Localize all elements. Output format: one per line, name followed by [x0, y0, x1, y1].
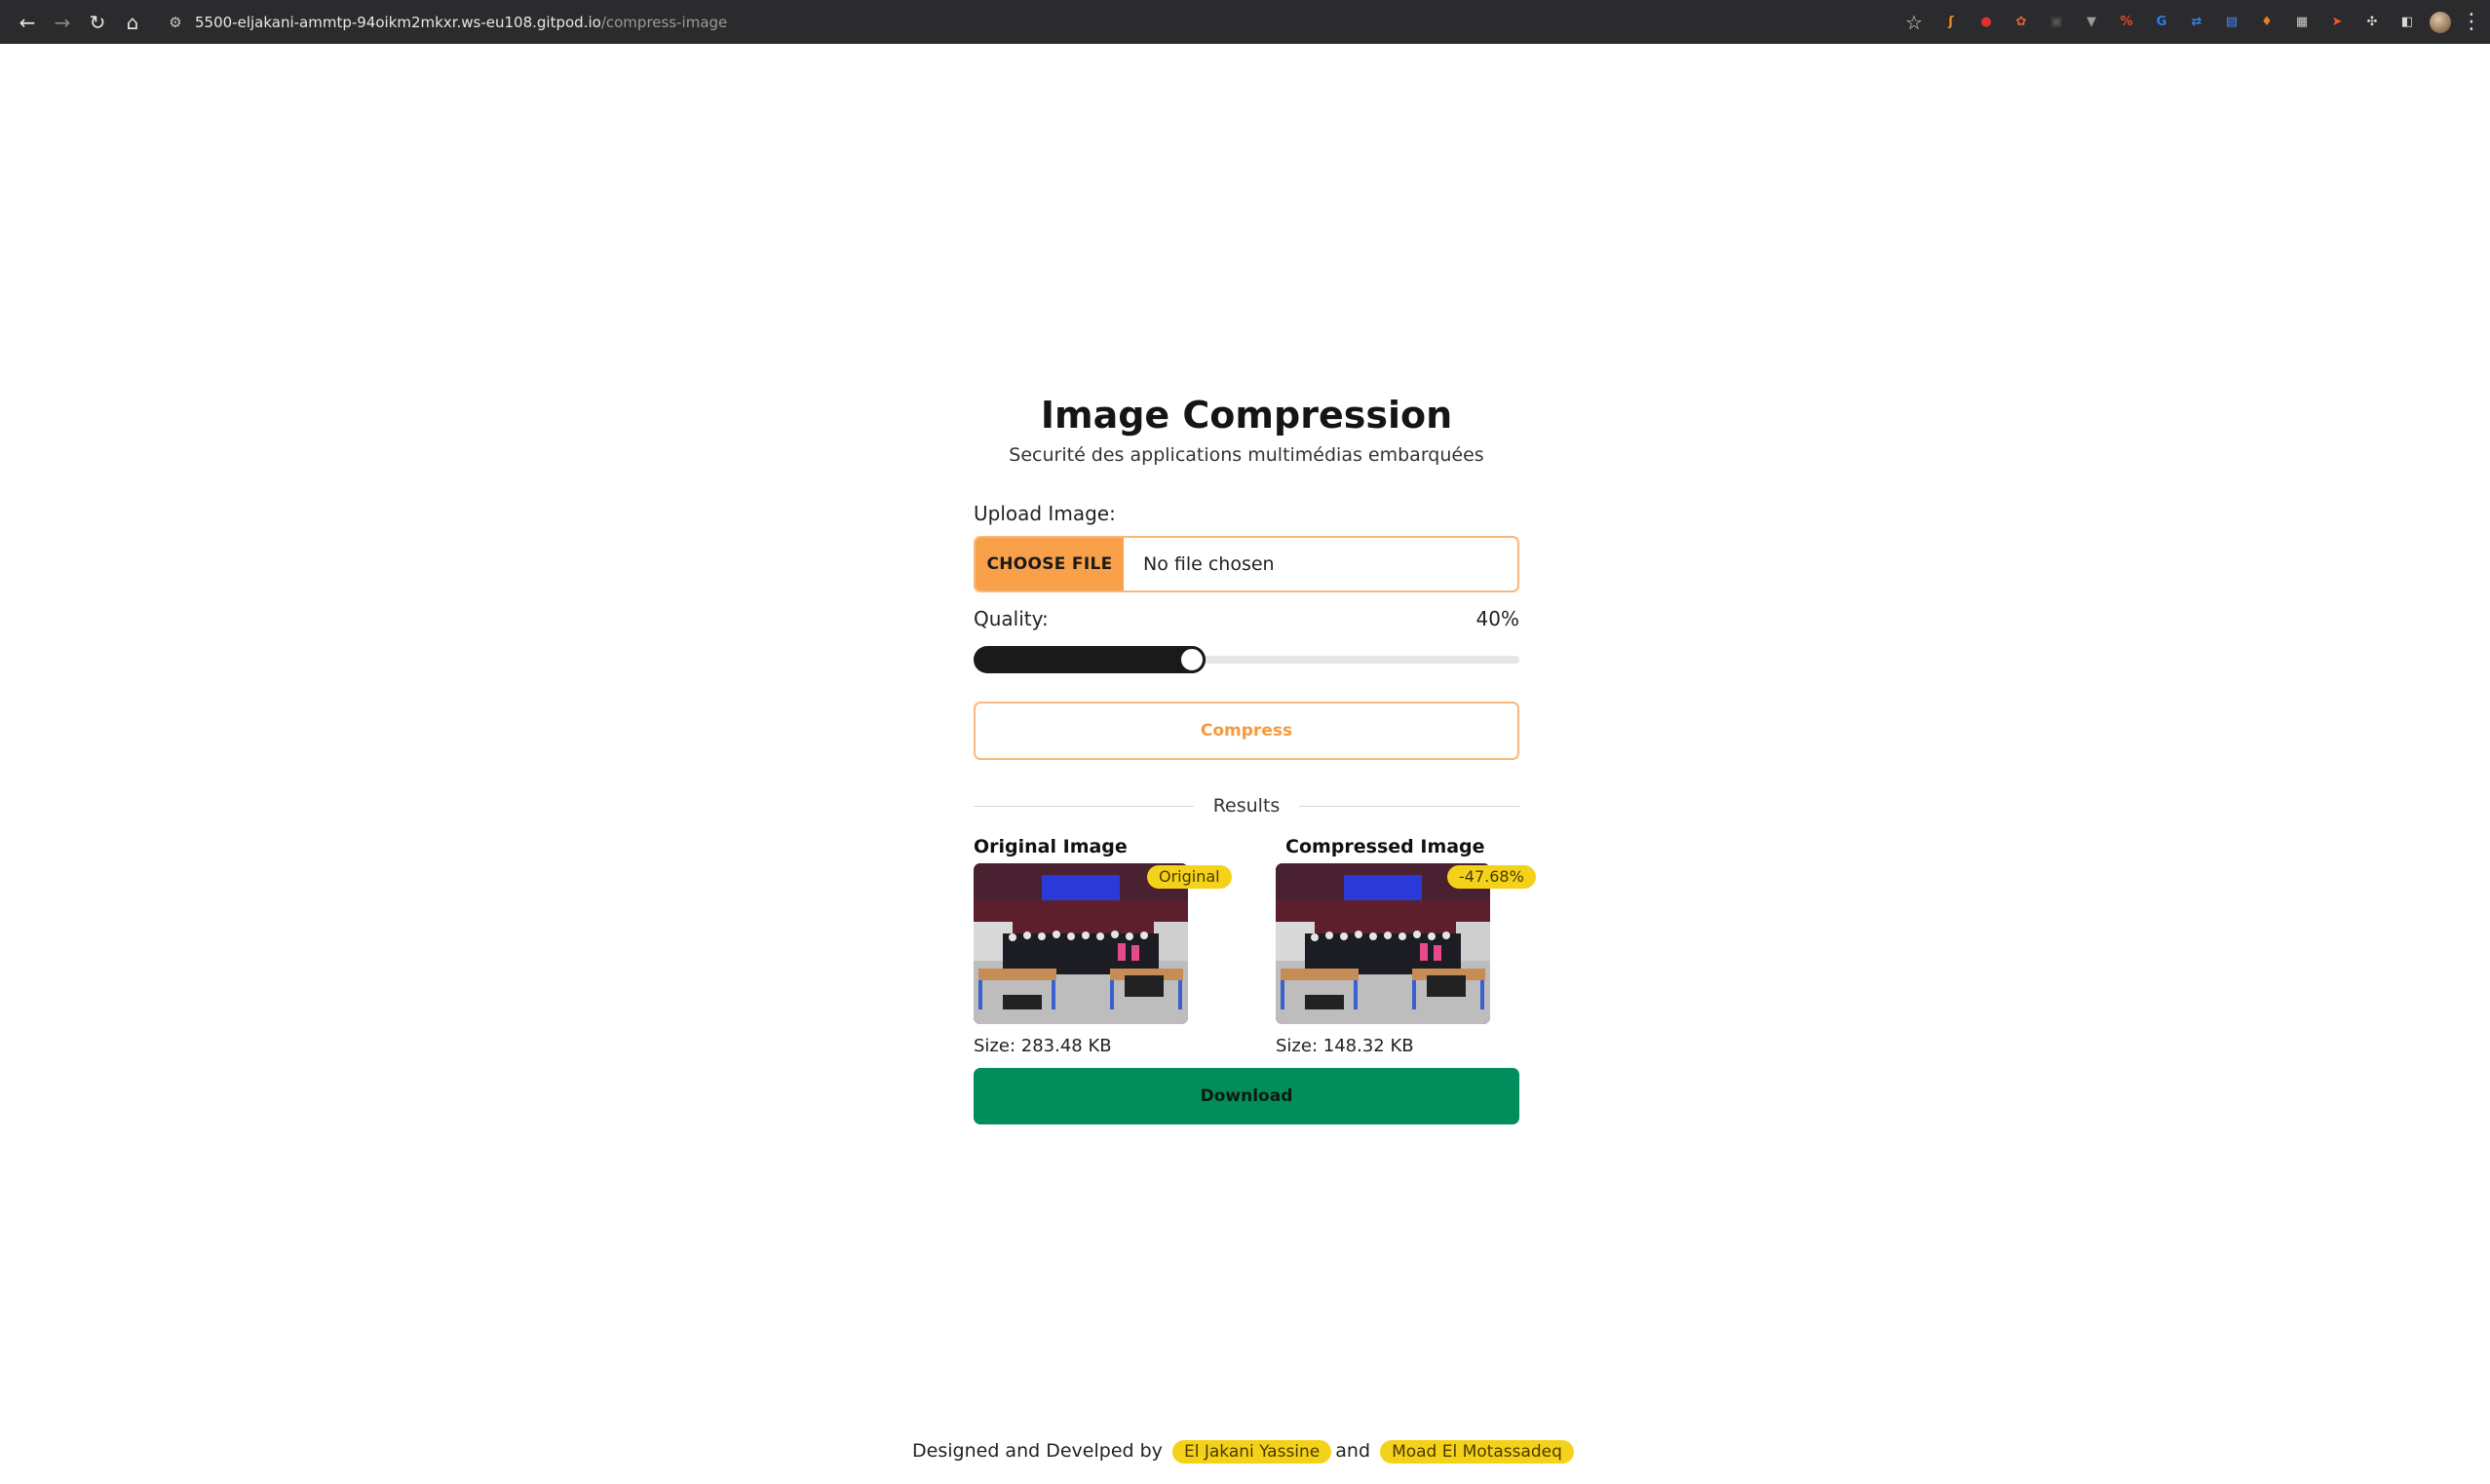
cookie-extension-icon[interactable]: ✿	[2009, 10, 2034, 35]
file-status: No file chosen	[1143, 553, 1275, 575]
original-result: Original Image Original Size: 283.48 KB	[974, 834, 1232, 1056]
browser-menu-icon[interactable]: ⋮	[2461, 10, 2482, 34]
quality-value: 40%	[1475, 607, 1519, 630]
extensions-bar: ʃ ● ✿ ▣ ▼% G ⇄ ▤ ♦ ▦ ➤ ✣ ◧	[1938, 10, 2420, 35]
results-heading: Results	[1212, 795, 1281, 817]
compressed-result: Compressed Image -47.68% Size: 148.32 KB	[1276, 834, 1536, 1056]
original-badge: Original	[1147, 865, 1232, 889]
url-host: 5500-eljakani-ammtp-94oikm2mkxr.ws-eu108…	[195, 13, 601, 31]
footer-conjunction: and	[1335, 1440, 1371, 1462]
author-link-1[interactable]: El Jakani Yassine	[1171, 1440, 1332, 1464]
page-title: Image Compression	[1040, 394, 1453, 437]
results-grid: Original Image Original Size: 283.48 KB …	[974, 834, 1536, 1056]
translate-extension-icon[interactable]: ⇄	[2184, 10, 2209, 35]
url-path: /compress-image	[600, 13, 728, 31]
quality-row: Quality: 40%	[974, 606, 1519, 631]
compressed-size: Size: 148.32 KB	[1276, 1036, 1414, 1056]
compressed-image-title: Compressed Image	[1285, 836, 1485, 857]
results-divider: Results	[974, 795, 1520, 817]
footer: Designed and Develped by El Jakani Yassi…	[0, 1440, 2490, 1464]
vue-extension-icon[interactable]: ▼	[2079, 10, 2104, 35]
original-size: Size: 283.48 KB	[974, 1036, 1112, 1056]
author-link-2[interactable]: Moad El Motassadeq	[1380, 1440, 1574, 1464]
qr-extension-icon[interactable]: ▦	[2289, 10, 2315, 35]
sidepanel-icon[interactable]: ◧	[2394, 10, 2420, 35]
slider-thumb[interactable]	[1178, 646, 1206, 673]
download-button[interactable]: Download	[974, 1068, 1519, 1124]
image-compression-card: Image Compression Securité des applicati…	[974, 390, 1536, 1124]
percent-extension-icon[interactable]: %	[2114, 10, 2139, 35]
quality-slider[interactable]	[974, 645, 1519, 674]
reload-icon[interactable]: ↻	[80, 5, 115, 40]
home-icon[interactable]: ⌂	[115, 5, 150, 40]
divider-line-left	[974, 805, 1194, 807]
divider-line-right	[1299, 805, 1520, 807]
page-subtitle: Securité des applications multimédias em…	[1009, 444, 1484, 466]
forward-icon[interactable]: →	[45, 5, 80, 40]
docs-extension-icon[interactable]: ▤	[2219, 10, 2244, 35]
compression-percent-badge: -47.68%	[1447, 865, 1536, 889]
quality-label: Quality:	[974, 607, 1049, 630]
shield-extension-icon[interactable]: ●	[1973, 10, 1999, 35]
bookmark-star-icon[interactable]: ☆	[1899, 11, 1929, 34]
fox-extension-icon[interactable]: ʃ	[1938, 10, 1964, 35]
file-input[interactable]: CHOOSE FILE No file chosen	[974, 536, 1519, 592]
grammar-extension-icon[interactable]: G	[2149, 10, 2174, 35]
address-bar[interactable]: 5500-eljakani-ammtp-94oikm2mkxr.ws-eu108…	[195, 14, 727, 31]
metamask-extension-icon[interactable]: ♦	[2254, 10, 2279, 35]
slider-fill	[974, 646, 1206, 673]
original-image-title: Original Image	[974, 836, 1128, 857]
choose-file-button[interactable]: CHOOSE FILE	[976, 538, 1124, 590]
puzzle-extension-icon[interactable]: ✣	[2359, 10, 2385, 35]
back-icon[interactable]: ←	[10, 5, 45, 40]
footer-prefix: Designed and Develped by	[912, 1440, 1163, 1462]
browser-toolbar: ← → ↻ ⌂ ⚙ 5500-eljakani-ammtp-94oikm2mkx…	[0, 0, 2490, 44]
profile-avatar[interactable]	[2430, 11, 2451, 33]
site-info-icon[interactable]: ⚙	[164, 14, 187, 31]
upload-label: Upload Image:	[974, 502, 1116, 525]
toolbar-right: ☆ ʃ ● ✿ ▣ ▼% G ⇄ ▤ ♦ ▦ ➤ ✣ ◧ ⋮	[1899, 0, 2482, 44]
terminal-extension-icon[interactable]: ▣	[2044, 10, 2069, 35]
compress-button[interactable]: Compress	[974, 702, 1519, 760]
postman-extension-icon[interactable]: ➤	[2324, 10, 2350, 35]
